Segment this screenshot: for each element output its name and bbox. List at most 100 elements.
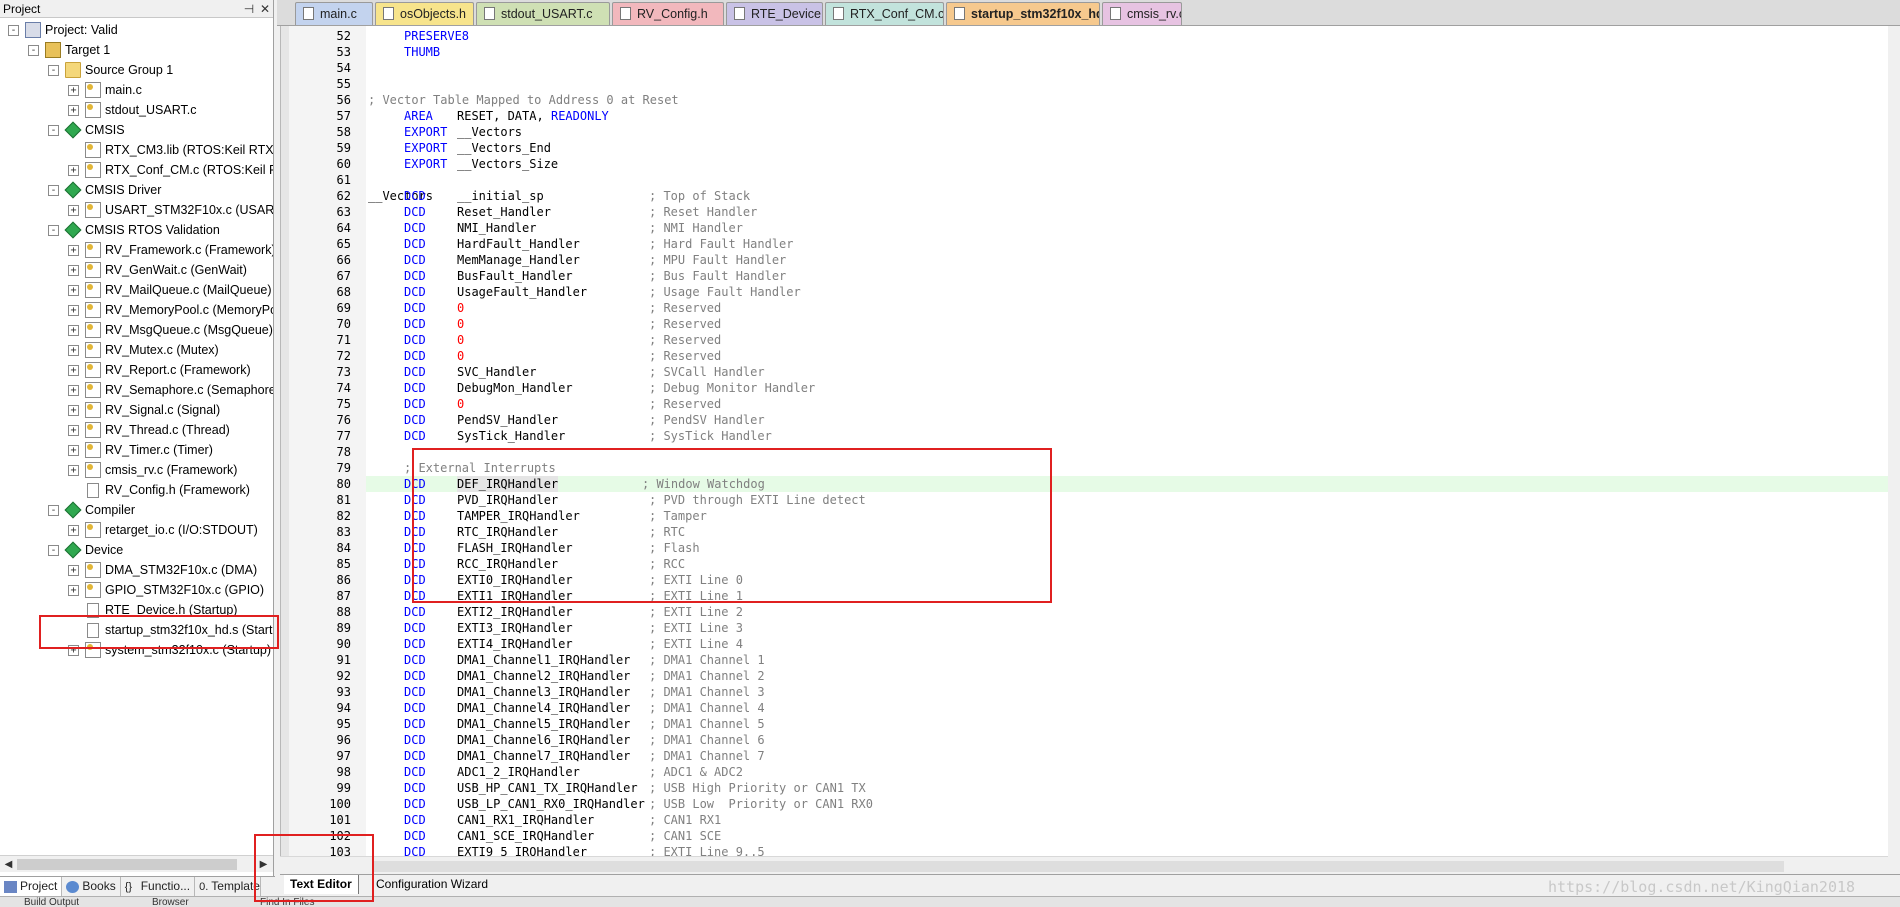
- code-line[interactable]: [366, 60, 1888, 76]
- file-tab[interactable]: startup_stm32f10x_hd.s*: [946, 2, 1100, 25]
- code-area[interactable]: PRESERVE8 THUMB ; Vector Table Mapped to A…: [366, 26, 1888, 859]
- file-tab[interactable]: RV_Config.h: [612, 2, 724, 25]
- code-line[interactable]: [366, 76, 1888, 92]
- code-line[interactable]: DCD SVC_Handler ; SVCall Handler: [366, 364, 1888, 380]
- tree-item[interactable]: + RV_MailQueue.c (MailQueue): [68, 280, 272, 300]
- code-line[interactable]: DCD RCC_IRQHandler ; RCC: [366, 556, 1888, 572]
- scroll-right-icon[interactable]: ▶: [256, 857, 271, 872]
- code-line[interactable]: DCD NMI_Handler ; NMI Handler: [366, 220, 1888, 236]
- code-line[interactable]: DCD PVD_IRQHandler ; PVD through EXTI Line…: [366, 492, 1888, 508]
- code-line[interactable]: DCD DMA1_Channel4_IRQHandler ; DMA1 Channe…: [366, 700, 1888, 716]
- scroll-thumb[interactable]: [372, 861, 1784, 872]
- collapse-icon[interactable]: -: [48, 184, 59, 196]
- tab-text-editor[interactable]: Text Editor: [284, 875, 359, 894]
- code-line[interactable]: DCD Reset_Handler ; Reset Handler: [366, 204, 1888, 220]
- code-line[interactable]: DCD DMA1_Channel7_IRQHandler ; DMA1 Channe…: [366, 748, 1888, 764]
- code-line[interactable]: DCD 0 ; Reserved: [366, 300, 1888, 316]
- tree-item[interactable]: + RV_Semaphore.c (Semaphore): [68, 380, 273, 400]
- file-tab[interactable]: cmsis_rv.c: [1102, 2, 1182, 25]
- tree-item[interactable]: - Compiler: [48, 500, 135, 520]
- code-line[interactable]: DCD EXTI4_IRQHandler ; EXTI Line 4: [366, 636, 1888, 652]
- tree-item[interactable]: + cmsis_rv.c (Framework): [68, 460, 237, 480]
- pin-icon[interactable]: ⊣: [241, 2, 257, 16]
- tab-configuration-wizard[interactable]: Configuration Wizard: [376, 875, 488, 894]
- scroll-left-icon[interactable]: ◀: [1, 857, 16, 872]
- scroll-thumb[interactable]: [17, 859, 237, 870]
- tab-browser[interactable]: Browser: [152, 897, 189, 907]
- code-line[interactable]: DCD FLASH_IRQHandler ; Flash: [366, 540, 1888, 556]
- tree-item[interactable]: - Target 1: [28, 40, 110, 60]
- code-line[interactable]: DCD BusFault_Handler ; Bus Fault Handler: [366, 268, 1888, 284]
- expand-icon[interactable]: +: [68, 244, 79, 256]
- tab-functions[interactable]: {} Functio...: [121, 877, 196, 896]
- code-line[interactable]: __Vectors DCD __initial_sp; Top of Stack: [366, 188, 1888, 204]
- tree-item[interactable]: + RV_MsgQueue.c (MsgQueue): [68, 320, 273, 340]
- expand-icon[interactable]: +: [68, 324, 79, 336]
- editor-hscrollbar[interactable]: [280, 856, 1888, 876]
- expand-icon[interactable]: +: [68, 264, 79, 276]
- tree-item[interactable]: RV_Config.h (Framework): [68, 480, 250, 500]
- code-line[interactable]: DCD DMA1_Channel6_IRQHandler ; DMA1 Channe…: [366, 732, 1888, 748]
- code-line[interactable]: DCD UsageFault_Handler ; Usage Fault Handl…: [366, 284, 1888, 300]
- tree-item[interactable]: + RV_GenWait.c (GenWait): [68, 260, 247, 280]
- tab-build-output[interactable]: Build Output: [24, 897, 79, 907]
- tree-item[interactable]: startup_stm32f10x_hd.s (Startup: [68, 620, 273, 640]
- code-line[interactable]: PRESERVE8: [366, 28, 1888, 44]
- code-line[interactable]: DCD EXTI2_IRQHandler ; EXTI Line 2: [366, 604, 1888, 620]
- tree-item[interactable]: + RV_Timer.c (Timer): [68, 440, 213, 460]
- code-line[interactable]: DCD PendSV_Handler ; PendSV Handler: [366, 412, 1888, 428]
- tree-item[interactable]: + RV_Report.c (Framework): [68, 360, 251, 380]
- project-panel-hscrollbar[interactable]: ◀ ▶: [0, 855, 273, 872]
- tab-find-in-files[interactable]: Find In Files: [260, 897, 314, 907]
- tree-item[interactable]: - CMSIS: [48, 120, 125, 140]
- tree-item[interactable]: + retarget_io.c (I/O:STDOUT): [68, 520, 258, 540]
- tree-item[interactable]: + USART_STM32F10x.c (USART): [68, 200, 273, 220]
- code-line[interactable]: DCD EXTI0_IRQHandler ; EXTI Line 0: [366, 572, 1888, 588]
- tree-item[interactable]: RTX_CM3.lib (RTOS:Keil RTX): [68, 140, 273, 160]
- file-tab[interactable]: osObjects.h: [375, 2, 474, 25]
- code-line[interactable]: EXPORT __Vectors_Size: [366, 156, 1888, 172]
- collapse-icon[interactable]: -: [48, 124, 59, 136]
- code-line[interactable]: DCD DMA1_Channel3_IRQHandler ; DMA1 Channe…: [366, 684, 1888, 700]
- expand-icon[interactable]: +: [68, 564, 79, 576]
- collapse-icon[interactable]: -: [8, 24, 19, 36]
- code-line[interactable]: DCD CAN1_RX1_IRQHandler ; CAN1 RX1: [366, 812, 1888, 828]
- code-line[interactable]: ; Vector Table Mapped to Address 0 at Re…: [366, 92, 1888, 108]
- code-line[interactable]: DCD DEF_IRQHandler ; Window Watchdog: [366, 476, 1888, 492]
- expand-icon[interactable]: +: [68, 384, 79, 396]
- close-icon[interactable]: ✕: [257, 2, 273, 16]
- file-tab[interactable]: main.c: [295, 2, 373, 25]
- code-line[interactable]: [366, 444, 1888, 460]
- code-line[interactable]: EXPORT __Vectors: [366, 124, 1888, 140]
- expand-icon[interactable]: +: [68, 164, 79, 176]
- tree-item[interactable]: - Device: [48, 540, 123, 560]
- code-line[interactable]: DCD 0 ; Reserved: [366, 316, 1888, 332]
- code-line[interactable]: DCD 0 ; Reserved: [366, 348, 1888, 364]
- code-line[interactable]: DCD DMA1_Channel1_IRQHandler ; DMA1 Channe…: [366, 652, 1888, 668]
- collapse-icon[interactable]: -: [48, 224, 59, 236]
- file-tab[interactable]: RTX_Conf_CM.c: [825, 2, 944, 25]
- code-editor[interactable]: 52 53 54 55 56 57 58 59 60 61 62 63 64 65 66 67 68 69 70 71…: [280, 26, 1888, 859]
- code-line[interactable]: THUMB: [366, 44, 1888, 60]
- file-tab[interactable]: RTE_Device.h: [726, 2, 823, 25]
- tab-project[interactable]: Project: [0, 877, 63, 896]
- expand-icon[interactable]: +: [68, 524, 79, 536]
- code-line[interactable]: ; External Interrupts: [366, 460, 1888, 476]
- tree-item[interactable]: + system_stm32f10x.c (Startup): [68, 640, 271, 660]
- tree-item[interactable]: + GPIO_STM32F10x.c (GPIO): [68, 580, 264, 600]
- editor-vscrollbar[interactable]: [1888, 26, 1900, 876]
- tree-item[interactable]: + RV_Framework.c (Framework): [68, 240, 273, 260]
- code-line[interactable]: DCD DMA1_Channel5_IRQHandler ; DMA1 Channe…: [366, 716, 1888, 732]
- tree-item[interactable]: + DMA_STM32F10x.c (DMA): [68, 560, 257, 580]
- tree-item[interactable]: + RV_MemoryPool.c (MemoryPoo: [68, 300, 273, 320]
- code-line[interactable]: DCD USB_HP_CAN1_TX_IRQHandler ; USB High P…: [366, 780, 1888, 796]
- expand-icon[interactable]: +: [68, 584, 79, 596]
- collapse-icon[interactable]: -: [28, 44, 39, 56]
- expand-icon[interactable]: +: [68, 304, 79, 316]
- code-line[interactable]: DCD TAMPER_IRQHandler ; Tamper: [366, 508, 1888, 524]
- collapse-icon[interactable]: -: [48, 544, 59, 556]
- tree-item[interactable]: + main.c: [68, 80, 142, 100]
- tab-books[interactable]: Books: [62, 877, 121, 896]
- expand-icon[interactable]: +: [68, 284, 79, 296]
- code-line[interactable]: DCD SysTick_Handler ; SysTick Handler: [366, 428, 1888, 444]
